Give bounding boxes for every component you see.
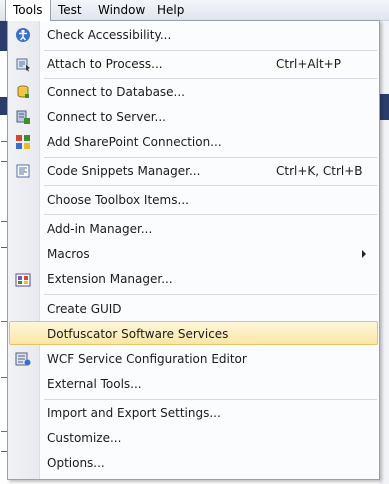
menu-item-label: Import and Export Settings... (47, 406, 221, 420)
accessibility-icon (15, 27, 31, 43)
menu-item-label: WCF Service Configuration Editor (47, 352, 247, 366)
menu-item-add-in-manager[interactable]: Add-in Manager... (9, 217, 378, 241)
menu-item-choose-toolbox-items[interactable]: Choose Toolbox Items... (9, 188, 378, 212)
menu-item-label: Code Snippets Manager... (47, 164, 201, 178)
submenu-arrow-icon (362, 250, 366, 258)
database-connect-icon (15, 84, 31, 100)
menu-item-label: Attach to Process... (47, 57, 163, 71)
menu-item-label: Add-in Manager... (47, 222, 153, 236)
menu-item-connect-to-database[interactable]: Connect to Database... (9, 80, 378, 104)
menu-item-label: Add SharePoint Connection... (47, 135, 222, 149)
menu-separator (44, 294, 377, 295)
menu-item-label: Dotfuscator Software Services (47, 327, 229, 341)
menu-item-code-snippets-manager[interactable]: Code Snippets Manager... Ctrl+K, Ctrl+B (9, 159, 378, 183)
menu-test[interactable]: Test (51, 0, 89, 20)
menu-item-dotfuscator-software-services[interactable]: Dotfuscator Software Services (9, 321, 378, 345)
menu-separator (44, 185, 377, 186)
snippets-icon (15, 163, 31, 179)
menu-item-shortcut: Ctrl+K, Ctrl+B (276, 164, 363, 178)
menu-item-create-guid[interactable]: Create GUID (9, 297, 378, 321)
menu-window[interactable]: Window (91, 0, 152, 20)
extension-manager-icon (15, 271, 31, 287)
menu-item-label: Check Accessibility... (47, 28, 172, 42)
menu-item-label: Choose Toolbox Items... (47, 193, 189, 207)
menu-item-label: External Tools... (47, 377, 142, 391)
menu-tools[interactable]: Tools (5, 0, 51, 21)
menu-separator (44, 78, 377, 79)
menu-item-extension-manager[interactable]: Extension Manager... (9, 267, 378, 291)
menu-item-check-accessibility[interactable]: Check Accessibility... (9, 23, 378, 47)
menu-bar: Tools Test Window Help (0, 0, 389, 21)
menu-item-wcf-service-configuration-editor[interactable]: WCF Service Configuration Editor (9, 347, 378, 371)
menu-help[interactable]: Help (150, 0, 191, 20)
editor-background-right (380, 21, 389, 484)
menu-item-add-sharepoint-connection[interactable]: Add SharePoint Connection... (9, 130, 378, 154)
menu-separator (44, 399, 377, 400)
menu-item-customize[interactable]: Customize... (9, 426, 378, 450)
menu-separator (44, 214, 377, 215)
menu-item-label: Connect to Database... (47, 85, 185, 99)
menu-item-attach-to-process[interactable]: Attach to Process... Ctrl+Alt+P (9, 52, 378, 76)
menu-item-label: Customize... (47, 431, 122, 445)
menu-item-label: Extension Manager... (47, 272, 173, 286)
menu-item-shortcut: Ctrl+Alt+P (276, 57, 341, 71)
menu-item-external-tools[interactable]: External Tools... (9, 372, 378, 396)
menu-separator (44, 157, 377, 158)
server-connect-icon (15, 109, 31, 125)
menu-item-label: Connect to Server... (47, 110, 166, 124)
menu-item-label: Create GUID (47, 302, 122, 316)
menu-item-import-export-settings[interactable]: Import and Export Settings... (9, 401, 378, 425)
menu-separator (44, 50, 377, 51)
menu-item-connect-to-server[interactable]: Connect to Server... (9, 105, 378, 129)
menu-item-label: Options... (47, 456, 105, 470)
menu-item-macros[interactable]: Macros (9, 242, 378, 266)
attach-process-icon (15, 56, 31, 72)
menu-item-options[interactable]: Options... (9, 451, 378, 475)
tools-dropdown-menu: Check Accessibility... Attach to Process… (7, 20, 380, 480)
menu-item-label: Macros (47, 247, 90, 261)
wcf-editor-icon (15, 351, 31, 367)
sharepoint-icon (15, 134, 31, 150)
